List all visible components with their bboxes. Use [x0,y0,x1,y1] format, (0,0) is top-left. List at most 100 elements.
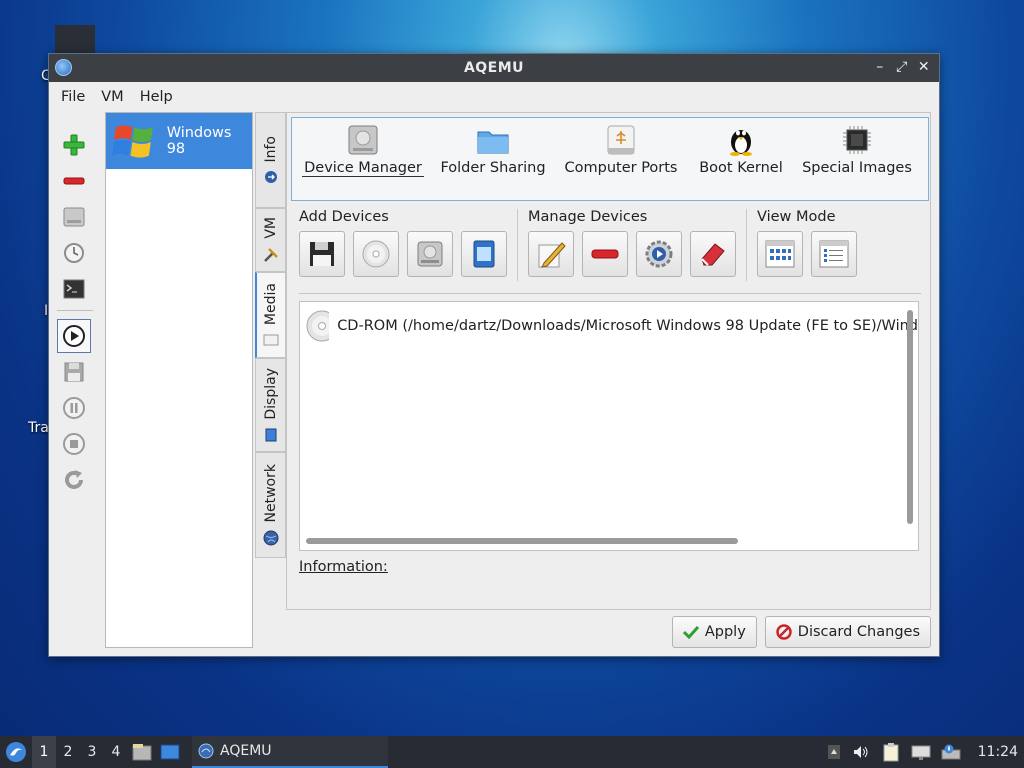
tab-display[interactable]: Display [255,358,286,452]
pencil-edit-icon [538,242,566,268]
workspace-2[interactable]: 2 [56,736,80,768]
settings-tabs: Info VM Media Display Network [255,112,286,558]
add-vm-button[interactable] [57,128,91,162]
floppy-icon [64,362,84,382]
terminal-icon [63,279,85,299]
view-mode-group: View Mode [757,209,865,281]
flash-storage-icon [473,240,495,268]
updates-button[interactable] [936,736,966,768]
discard-changes-button[interactable]: Discard Changes [764,616,931,648]
tab-network[interactable]: Network [255,452,286,558]
clipboard-icon [883,743,899,762]
stop-vm-button[interactable] [57,427,91,461]
hard-disk-icon [348,125,378,155]
icon-view-button[interactable] [757,231,803,277]
volume-button[interactable] [846,736,876,768]
tab-vm[interactable]: VM [255,208,286,272]
start-vm-button[interactable] [57,319,91,353]
terminal-button[interactable] [57,272,91,306]
tray-scroll-button[interactable] [822,736,846,768]
manage-devices-title: Manage Devices [528,209,648,225]
add-devices-title: Add Devices [299,209,389,225]
add-cdrom-button[interactable] [353,231,399,277]
aqemu-app-icon [55,59,72,76]
taskbar-app-label: AQEMU [220,743,272,759]
start-menu-button[interactable] [0,736,32,768]
vm-disk-button[interactable] [57,200,91,234]
left-toolbar [57,128,93,499]
tab-boot-kernel-label: Boot Kernel [699,160,783,176]
workspace-1[interactable]: 1 [32,736,56,768]
hard-disk-icon [417,241,443,267]
delete-vm-button[interactable] [57,164,91,198]
close-button[interactable]: ✕ [915,58,933,76]
add-floppy-button[interactable] [299,231,345,277]
view-mode-title: View Mode [757,209,836,225]
tab-info[interactable]: Info [255,112,286,208]
tab-computer-ports[interactable]: Computer Ports [552,118,690,200]
volume-icon [853,746,868,758]
windows-logo-icon [112,125,153,158]
horizontal-scrollbar[interactable] [306,538,738,544]
device-properties-button[interactable] [636,231,682,277]
reset-vm-button[interactable] [57,463,91,497]
network-icon [911,745,931,760]
dialog-buttons: Apply Discard Changes [664,616,931,648]
tab-device-manager[interactable]: Device Manager [292,118,434,200]
list-item[interactable]: CD-ROM (/home/dartz/Downloads/Microsoft … [300,302,918,350]
usb-port-icon [607,125,635,155]
tux-penguin-icon [730,130,752,156]
device-label: CD-ROM (/home/dartz/Downloads/Microsoft … [337,318,918,334]
window-title: AQEMU [463,60,525,76]
vertical-scrollbar[interactable] [907,310,913,524]
clock[interactable]: 11:24 [978,744,1018,760]
network-button[interactable] [906,736,936,768]
media-panel: Device Manager Folder Sharing Computer P… [286,112,931,610]
clear-device-button[interactable] [690,231,736,277]
manage-devices-group: Manage Devices [528,209,744,281]
group-separator [746,209,747,281]
list-view-button[interactable] [811,231,857,277]
file-manager-launcher[interactable] [128,736,156,768]
tab-special-images[interactable]: Special Images [792,118,922,200]
tab-boot-kernel[interactable]: Boot Kernel [690,118,792,200]
pause-vm-button[interactable] [57,391,91,425]
hard-disk-icon [63,207,85,227]
clock-icon [64,243,84,263]
edit-device-button[interactable] [528,231,574,277]
title-bar[interactable]: AQEMU – ⤢ ✕ [49,54,939,82]
aqemu-app-icon [198,743,214,759]
minimize-button[interactable]: – [871,58,889,76]
snapshot-button[interactable] [57,236,91,270]
menu-file[interactable]: File [53,89,93,105]
system-tray: 11:24 [822,736,1024,768]
desktop-icon-partial[interactable] [55,25,95,53]
apply-button[interactable]: Apply [671,616,757,648]
tab-media[interactable]: Media [255,272,286,358]
add-storage-button[interactable] [461,231,507,277]
desktop-icon [160,744,180,760]
eraser-icon [701,243,725,266]
info-icon [264,171,277,184]
vm-list-item[interactable]: Windows 98 [106,113,252,169]
toolbar-separator [57,310,93,311]
media-view-tabs: Device Manager Folder Sharing Computer P… [291,117,929,201]
clipboard-button[interactable] [876,736,906,768]
menu-help[interactable]: Help [132,89,181,105]
workspace-4[interactable]: 4 [104,736,128,768]
tools-icon [263,247,278,262]
add-harddisk-button[interactable] [407,231,453,277]
tab-folder-sharing[interactable]: Folder Sharing [434,118,552,200]
show-desktop-button[interactable] [156,736,184,768]
globe-icon [263,530,278,546]
save-state-button[interactable] [57,355,91,389]
maximize-button[interactable]: ⤢ [893,58,911,76]
taskbar-app-aqemu[interactable]: AQEMU [192,736,388,768]
menu-vm[interactable]: VM [93,89,131,105]
workspace-3[interactable]: 3 [80,736,104,768]
lubuntu-logo-icon [6,742,26,762]
remove-device-button[interactable] [582,231,628,277]
checkmark-icon [682,625,699,639]
icon-grid-icon [765,240,795,268]
gear-icon [645,240,673,268]
